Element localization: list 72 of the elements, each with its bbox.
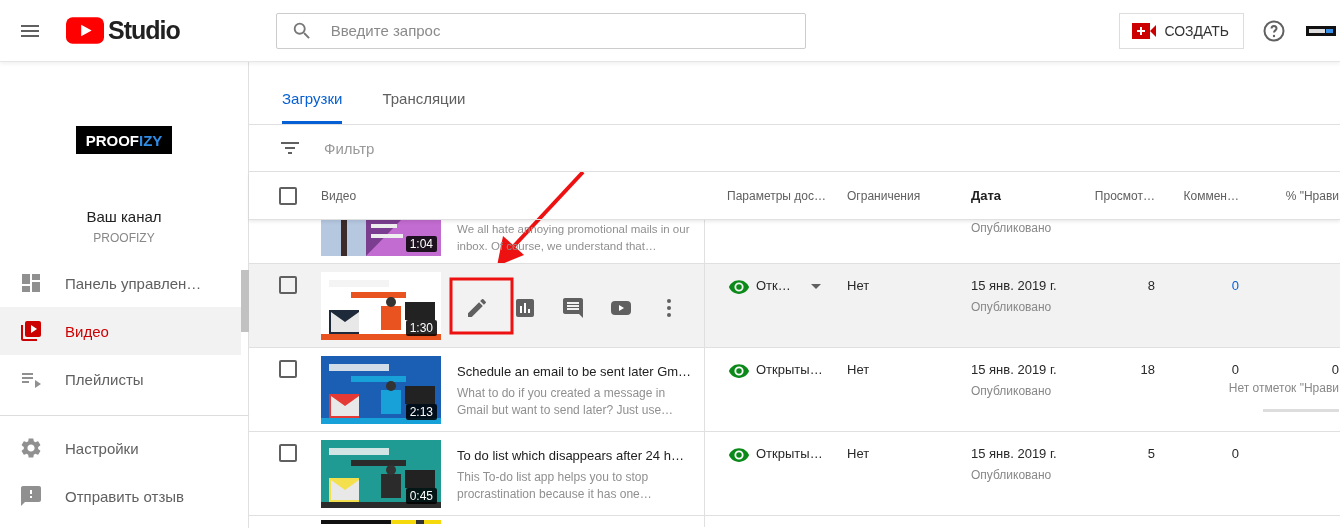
nav-item[interactable]: Отправить отзыв (0, 472, 241, 520)
table-cell: 18 (1140, 362, 1155, 377)
column-header[interactable]: Коммен… (1183, 188, 1239, 203)
create-button[interactable]: СОЗДАТЬ (1119, 12, 1244, 49)
avatar[interactable] (1306, 25, 1336, 36)
nav-item[interactable]: Панель управлен… (0, 259, 241, 307)
table-row[interactable]: 2:13 Schedule an email to be sent later Gm… What to do if you created a message in Gmail but want to send later? Just use… Открыты… Нет 15 янв. 2019 г. Опубликовано 18 0 0 Нет отметок "Нрави (249, 348, 1340, 432)
filter-field[interactable]: Фильтр (322, 138, 526, 158)
row-checkbox[interactable] (279, 276, 297, 294)
search-input[interactable]: Введите запрос (328, 21, 791, 40)
table-cell-text: Нет (847, 362, 871, 379)
column-header[interactable]: Ограничения (847, 188, 971, 203)
dropdown-caret-icon[interactable] (810, 284, 821, 289)
column-header[interactable]: % "Нрави (1285, 188, 1339, 203)
column-header[interactable]: Просмот… (1094, 188, 1155, 203)
select-all-checkbox[interactable] (279, 186, 297, 205)
video-title[interactable]: Schedule an email to be sent later Gm… (457, 364, 693, 379)
video-library-icon (19, 319, 43, 343)
video-description: What to do if you created a message in Gmail but want to send later? Just use… (457, 385, 675, 419)
duration-badge: 2:13 (405, 404, 437, 420)
bar-chart-icon (513, 296, 537, 320)
date-text: 15 янв. 2019 г. (971, 278, 1057, 293)
duration-badge: 1:04 (405, 236, 437, 252)
video-description: This To-do list app helps you to stop procrastination because it has one… (457, 469, 653, 503)
dashboard-icon (19, 271, 43, 295)
table-cell-text: Нет (847, 278, 871, 295)
row-checkbox[interactable] (279, 444, 297, 462)
help-icon[interactable] (1262, 18, 1286, 43)
nav-item[interactable]: Настройки (0, 424, 241, 472)
table-row[interactable]: 1:30 Отк… Нет 15 янв. 2019 г. Опубликовано 8 0 (249, 264, 1340, 348)
video-title[interactable]: To do list which disappears after 24 h… (457, 448, 693, 463)
column-header[interactable]: Параметры дос… (704, 188, 847, 203)
duration-badge: 1:30 (405, 320, 437, 336)
table-row[interactable]: 0:45 To do list which disappears after 24 h… This To-do list app helps you to stop procrastination because it has one… Открыты… Нет 15 янв. 2019 г. Опубликовано 5 0 (249, 432, 1340, 516)
status-text: Опубликовано (971, 468, 1053, 482)
visibility-text: Открыты… (756, 362, 823, 377)
status-text: Опубликовано (971, 300, 1053, 314)
studio-logo-text: Studio (108, 16, 180, 45)
status-text: Опубликовано (971, 384, 1053, 398)
table-cell: 8 (1147, 278, 1155, 293)
tab[interactable]: Трансляции (382, 90, 466, 124)
settings-icon (19, 436, 43, 460)
comment-icon (561, 296, 585, 320)
tab[interactable]: Загрузки (282, 90, 343, 124)
more-icon (667, 299, 671, 317)
column-header[interactable]: Дата (971, 188, 1079, 203)
nav-item[interactable]: Плейлисты (0, 355, 241, 403)
play-logo-icon (66, 17, 104, 44)
feedback-icon (19, 484, 43, 508)
status-text: Опубликовано (971, 221, 1053, 235)
comments-link[interactable]: 0 (1231, 278, 1239, 293)
column-header[interactable]: Видео (321, 188, 704, 203)
pencil-icon (465, 296, 489, 320)
channel-name: PROOFIZY (93, 231, 155, 245)
visibility-text: Отк… (756, 278, 791, 293)
table-cell: 0 (1231, 362, 1239, 377)
table-cell: 0 (1331, 362, 1339, 377)
table-cell: 5 (1147, 446, 1155, 461)
row-checkbox[interactable] (279, 360, 297, 378)
scrollbar-thumb[interactable] (241, 270, 249, 332)
likes-note: Нет отметок "Нрави (1228, 381, 1339, 395)
visibility-text: Открыты… (756, 446, 823, 461)
channel-logo: PROOFIZY (76, 126, 172, 154)
nav-item[interactable]: Видео (0, 307, 241, 355)
date-text: 15 янв. 2019 г. (971, 362, 1057, 377)
table-cell-text: Нет (847, 446, 871, 463)
search-field[interactable]: Введите запрос (275, 12, 806, 49)
date-text: 15 янв. 2019 г. (971, 446, 1057, 461)
channel-title: Ваш канал (86, 208, 162, 225)
duration-badge: 0:45 (405, 488, 437, 504)
table-cell: 0 (1231, 446, 1239, 461)
video-camera-icon (1132, 22, 1157, 39)
